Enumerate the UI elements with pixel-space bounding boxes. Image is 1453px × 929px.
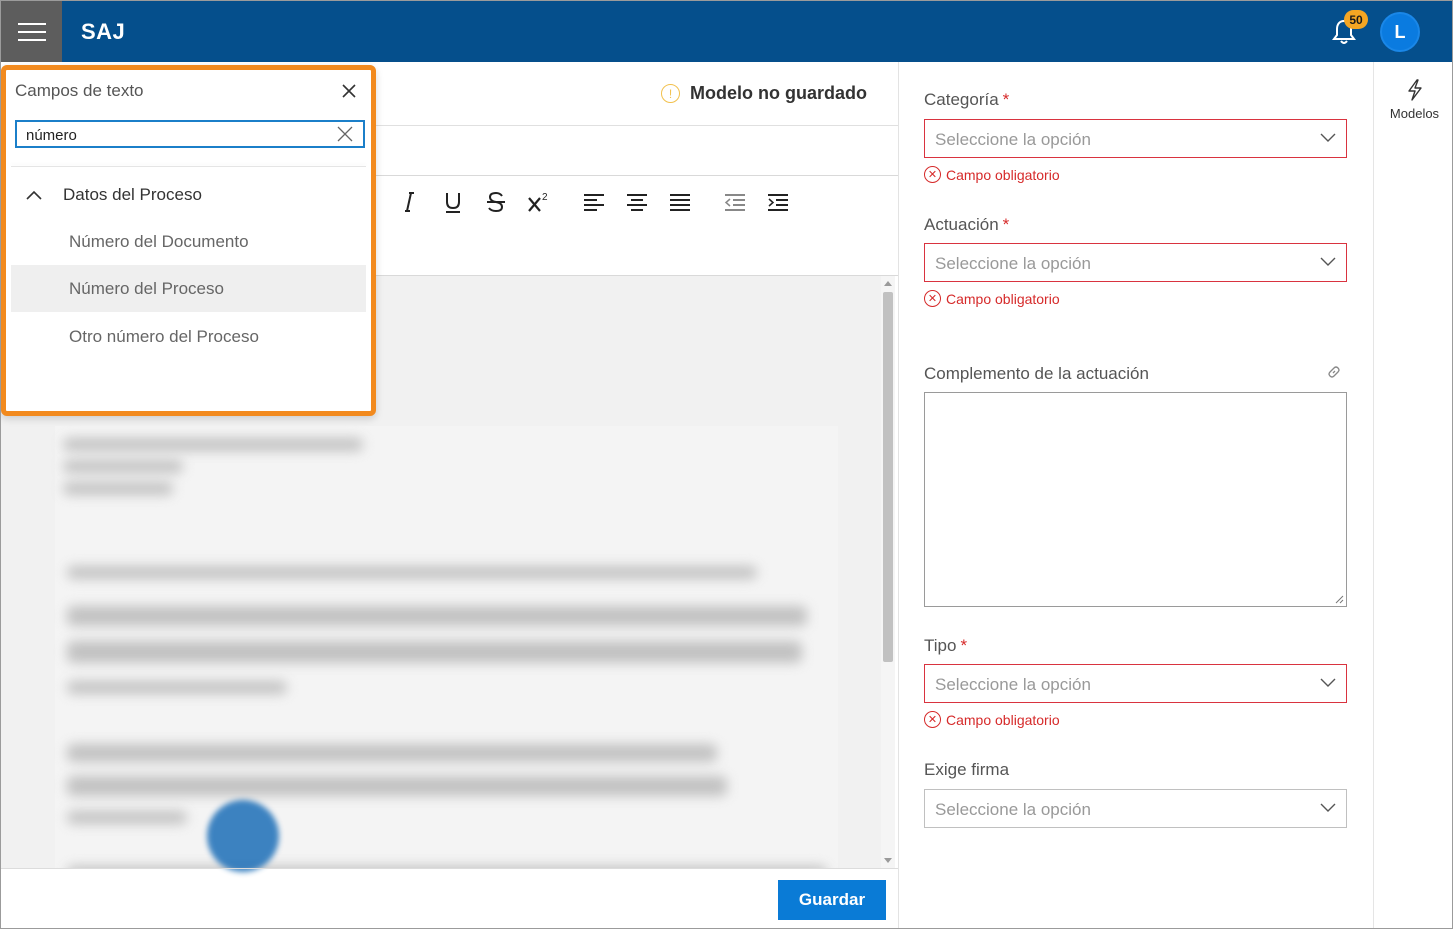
select-placeholder: Seleccione la opción — [935, 800, 1091, 819]
right-rail: Modelos — [1373, 62, 1452, 928]
avatar[interactable]: L — [1380, 12, 1420, 52]
properties-form: Categoría * Seleccione la opción ✕ Campo … — [899, 62, 1373, 928]
scroll-up-icon[interactable] — [884, 281, 892, 286]
save-status-text: Modelo no guardado — [690, 83, 867, 103]
app-window: SAJ 50 L ! Modelo no guardado 2 Guardar … — [0, 0, 1453, 929]
resize-grip-icon[interactable] — [1335, 595, 1344, 604]
blurred-text — [67, 681, 287, 694]
align-justify-icon[interactable] — [663, 187, 697, 217]
blurred-text — [67, 744, 717, 762]
underline-icon[interactable] — [436, 187, 470, 217]
list-item[interactable]: Número del Proceso — [11, 265, 366, 312]
lightning-icon — [1407, 79, 1422, 101]
divider — [11, 166, 366, 167]
list-item-label: Otro número del Proceso — [69, 326, 259, 346]
error-text: Campo obligatorio — [946, 290, 1060, 307]
indent-icon[interactable] — [761, 187, 795, 217]
superscript-icon[interactable]: 2 — [522, 187, 556, 217]
blurred-text — [67, 606, 807, 626]
modelos-label: Modelos — [1389, 106, 1440, 121]
outdent-icon[interactable] — [718, 187, 752, 217]
scroll-thumb[interactable] — [883, 292, 893, 662]
chevron-up-icon — [26, 190, 42, 200]
chevron-down-icon — [1320, 803, 1336, 812]
error-icon: ✕ — [924, 711, 941, 728]
list-item-label: Número del Documento — [69, 231, 249, 251]
error-icon: ✕ — [924, 166, 941, 183]
strikethrough-icon[interactable] — [479, 187, 513, 217]
group-label: Datos del Proceso — [63, 185, 202, 204]
error-icon: ✕ — [924, 290, 941, 307]
save-button[interactable]: Guardar — [778, 880, 886, 920]
categoria-label-text: Categoría — [924, 90, 999, 109]
floating-action-button[interactable] — [207, 800, 279, 872]
tipo-error: ✕ Campo obligatorio — [924, 711, 1060, 728]
categoria-error: ✕ Campo obligatorio — [924, 166, 1060, 183]
align-left-icon[interactable] — [577, 187, 611, 217]
text-fields-popup: Campos de texto Datos del Proceso Número… — [1, 65, 376, 416]
blurred-text — [63, 438, 363, 451]
tipo-select[interactable]: Seleccione la opción — [924, 664, 1347, 703]
document-scrollbar[interactable] — [881, 276, 895, 868]
save-status: ! Modelo no guardado — [661, 83, 867, 104]
tipo-label-text: Tipo — [924, 636, 957, 655]
document-page — [55, 426, 838, 868]
actuacion-label: Actuación * — [924, 215, 1009, 235]
menu-icon-bar — [17, 22, 46, 25]
top-bar: SAJ 50 L — [1, 1, 1452, 62]
blurred-text — [67, 566, 757, 579]
divider — [1, 868, 898, 869]
scroll-down-icon[interactable] — [884, 858, 892, 863]
actuacion-error: ✕ Campo obligatorio — [924, 290, 1060, 307]
tipo-label: Tipo * — [924, 636, 967, 656]
error-text: Campo obligatorio — [946, 166, 1060, 183]
menu-icon-bar — [17, 38, 46, 41]
select-placeholder: Seleccione la opción — [935, 675, 1091, 694]
list-item[interactable]: Otro número del Proceso — [11, 313, 366, 360]
menu-icon-bar — [17, 30, 46, 33]
divider — [371, 175, 898, 176]
required-marker: * — [1002, 90, 1010, 109]
link-icon[interactable] — [1327, 365, 1341, 379]
select-placeholder: Seleccione la opción — [935, 130, 1091, 149]
complemento-label: Complemento de la actuación — [924, 364, 1149, 383]
select-placeholder: Seleccione la opción — [935, 254, 1091, 273]
search-input[interactable] — [26, 125, 326, 145]
error-text: Campo obligatorio — [946, 711, 1060, 728]
exige-firma-label: Exige firma — [924, 760, 1010, 779]
chevron-down-icon — [1320, 678, 1336, 687]
notification-badge: 50 — [1344, 10, 1368, 29]
info-icon: ! — [661, 84, 680, 103]
list-item-label: Número del Proceso — [69, 278, 224, 298]
blurred-text — [67, 811, 187, 824]
format-toolbar: 2 — [393, 187, 804, 217]
categoria-label: Categoría * — [924, 90, 1009, 110]
chevron-down-icon — [1320, 133, 1336, 142]
svg-text:2: 2 — [542, 192, 548, 203]
app-title: SAJ — [81, 19, 126, 44]
modelos-button[interactable]: Modelos — [1374, 78, 1452, 128]
blurred-text — [63, 482, 173, 495]
complemento-textarea[interactable] — [924, 392, 1347, 607]
menu-button[interactable] — [1, 1, 62, 62]
actuacion-label-text: Actuación — [924, 215, 999, 234]
popup-title: Campos de texto — [15, 81, 144, 100]
close-icon[interactable] — [339, 81, 359, 101]
align-center-icon[interactable] — [620, 187, 654, 217]
blurred-text — [67, 641, 802, 663]
categoria-select[interactable]: Seleccione la opción — [924, 119, 1347, 158]
list-item[interactable]: Número del Documento — [11, 218, 366, 265]
required-marker: * — [1002, 215, 1010, 234]
chevron-down-icon — [1320, 257, 1336, 266]
required-marker: * — [960, 636, 968, 655]
blurred-text — [63, 460, 183, 473]
group-datos-del-proceso[interactable]: Datos del Proceso — [11, 177, 366, 213]
clear-icon[interactable] — [337, 126, 353, 142]
divider — [371, 125, 898, 126]
italic-icon[interactable] — [393, 187, 427, 217]
blurred-text — [67, 776, 727, 796]
search-field[interactable] — [15, 120, 365, 148]
actuacion-select[interactable]: Seleccione la opción — [924, 243, 1347, 282]
exige-firma-select[interactable]: Seleccione la opción — [924, 789, 1347, 828]
